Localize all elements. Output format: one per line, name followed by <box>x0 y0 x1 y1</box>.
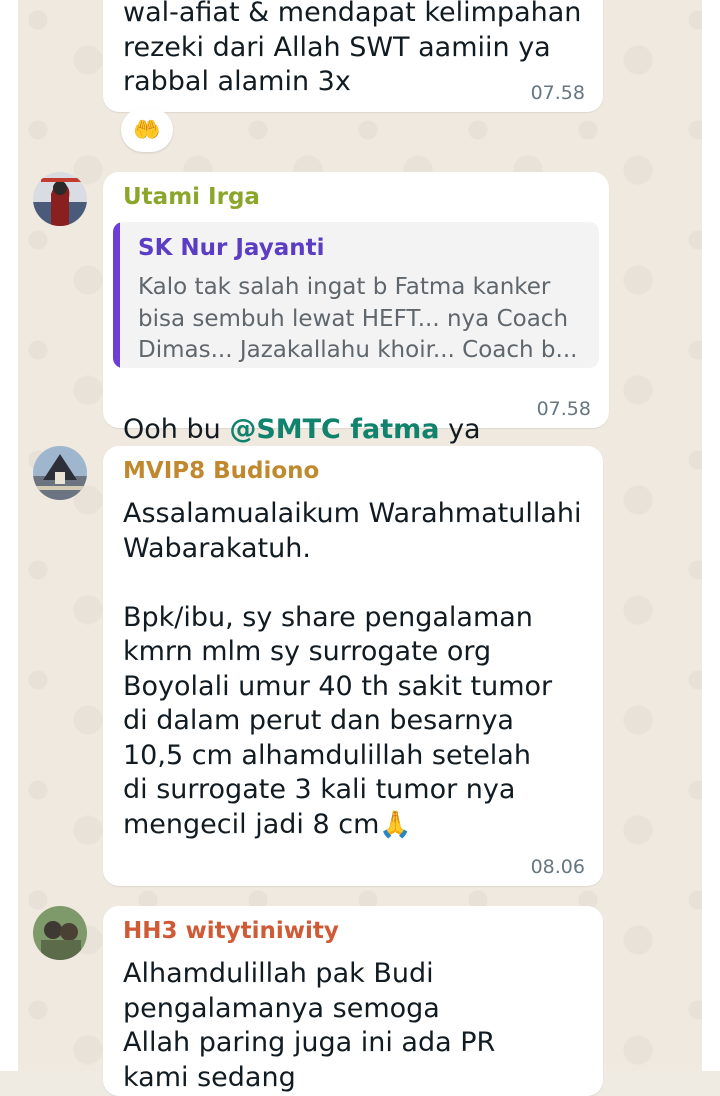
message-text: Alhamdulillah pak Budi pengalamanya semo… <box>123 958 496 1093</box>
quoted-message[interactable]: SK Nur Jayanti Kalo tak salah ingat b Fa… <box>113 222 599 368</box>
message-bubble[interactable]: MVIP8 Budiono Assalamualaikum Warahmatul… <box>103 446 603 886</box>
message-time: 07.58 <box>530 82 585 104</box>
message-text-part: Ooh bu <box>123 413 230 445</box>
message-text-part: ya <box>439 413 481 445</box>
quote-text: Kalo tak salah ingat b Fatma kanker bisa… <box>138 274 578 363</box>
reaction-badge[interactable]: 🤲 <box>121 108 173 152</box>
avatar[interactable] <box>33 906 87 960</box>
avatar[interactable] <box>33 446 87 500</box>
message-time: 07.58 <box>536 398 591 420</box>
sender-name[interactable]: MVIP8 Budiono <box>123 458 319 484</box>
reaction-emoji: 🤲 <box>133 117 161 143</box>
message-text-body: Assalamualaikum Warahmatullahi Wabarakat… <box>123 498 582 840</box>
sender-name[interactable]: HH3 witytiniwity <box>123 918 339 944</box>
mention-link[interactable]: @SMTC fatma <box>229 414 439 445</box>
message-bubble[interactable]: Utami Irga SK Nur Jayanti Kalo tak salah… <box>103 172 609 445</box>
sender-name[interactable]: Utami Irga <box>123 184 260 210</box>
quote-author: SK Nur Jayanti <box>138 235 325 261</box>
message-text: Ooh bu @SMTC fatma ya <box>123 378 481 447</box>
message-bubble[interactable]: HH3 witytiniwity Alhamdulillah pak Budi … <box>103 906 603 1096</box>
avatar[interactable] <box>33 172 87 226</box>
quote-accent-bar <box>113 222 120 368</box>
message-text: wal-afiat & mendapat kelimpahan rezeki d… <box>123 0 582 97</box>
message-text: Assalamualaikum Warahmatullahi Wabarakat… <box>123 497 593 842</box>
folded-hands-emoji: 🙏 <box>379 809 412 840</box>
chat-thread[interactable]: wal-afiat & mendapat kelimpahan rezeki d… <box>0 0 720 1096</box>
message-bubble[interactable]: wal-afiat & mendapat kelimpahan rezeki d… <box>103 0 603 112</box>
message-time: 08.06 <box>530 856 585 878</box>
